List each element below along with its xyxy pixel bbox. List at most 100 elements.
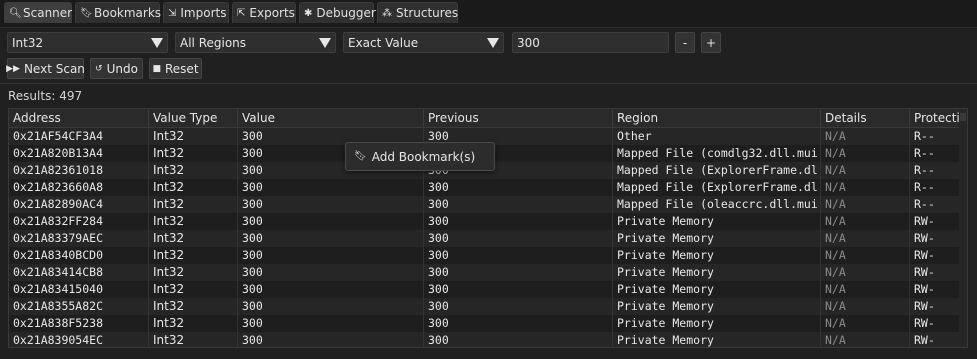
table-row[interactable]: 0x21A83414CB8 Int32 300 300 Private Memory N/… xyxy=(9,264,967,281)
undo-button[interactable]: ↺ Undo xyxy=(90,58,143,79)
decrement-button[interactable]: - xyxy=(675,32,695,53)
cell-protection: RW- xyxy=(909,230,961,247)
cell-value: 300 xyxy=(237,298,423,315)
cell-region: Private Memory xyxy=(612,315,820,332)
table-row[interactable]: 0x21A8355A82C Int32 300 300 Private Memory N/… xyxy=(9,298,967,315)
vertical-scrollbar[interactable] xyxy=(959,109,967,347)
cell-address: 0x21A82890AC4 xyxy=(13,197,104,211)
table-row[interactable]: 0x21A82890AC4 Int32 300 300 Mapped File (ole… xyxy=(9,196,967,213)
scan-value-input[interactable] xyxy=(512,32,669,53)
scan-type-select[interactable]: Exact Value xyxy=(343,32,504,53)
region-select[interactable]: All Regions xyxy=(175,32,336,53)
tab-bookmarks[interactable]: 🔖︎ Bookmarks xyxy=(75,2,162,23)
cell-previous: 300 xyxy=(423,332,612,347)
cell-value: 300 xyxy=(237,247,423,264)
fast-forward-icon: ▶▶ xyxy=(6,63,20,74)
cell-previous: 300 xyxy=(423,281,612,298)
cell-region: Mapped File (comdlg32.dll.mui xyxy=(612,145,820,162)
cell-address: 0x21A832FF284 xyxy=(13,214,104,228)
cell-address: 0x21A83379AEC xyxy=(13,231,104,245)
cell-address: 0x21A839054EC xyxy=(13,333,104,347)
context-menu-add-bookmark[interactable]: 🔖︎ Add Bookmark(s) xyxy=(345,142,495,171)
structures-icon: ⁂ xyxy=(382,7,392,19)
column-header-previous[interactable]: Previous xyxy=(423,109,612,127)
tab-debugger[interactable]: ✱ Debugger xyxy=(299,2,376,23)
column-header-region[interactable]: Region xyxy=(612,109,820,127)
chevron-down-icon xyxy=(487,37,499,48)
undo-label: Undo xyxy=(106,61,138,76)
column-header-address[interactable]: Address xyxy=(9,109,148,127)
reset-icon: ■ xyxy=(152,63,161,74)
tab-label: Bookmarks xyxy=(94,6,162,20)
table-row[interactable]: 0x21A83379AEC Int32 300 300 Private Memory N/… xyxy=(9,230,967,247)
tab-label: Structures xyxy=(396,6,459,20)
cell-address: 0x21A8355A82C xyxy=(13,299,104,313)
cell-address: 0x21A83414CB8 xyxy=(13,265,104,279)
cell-previous: 300 xyxy=(423,213,612,230)
value-type-label: Int32 xyxy=(12,35,44,50)
cell-value: 300 xyxy=(237,264,423,281)
table-row[interactable]: 0x21A823660A8 Int32 300 300 Mapped File (Exp… xyxy=(9,179,967,196)
table-row[interactable]: 0x21A832FF284 Int32 300 300 Private Memory N/… xyxy=(9,213,967,230)
column-header-protection[interactable]: Protecti... xyxy=(909,109,961,127)
cell-protection: RW- xyxy=(909,332,961,347)
column-header-details[interactable]: Details xyxy=(820,109,909,127)
value-type-select[interactable]: Int32 xyxy=(7,32,168,53)
cell-region: Private Memory xyxy=(612,264,820,281)
cell-details: N/A xyxy=(820,315,909,332)
cell-region: Mapped File (oleaccrc.dll.mui xyxy=(612,196,820,213)
table-row[interactable]: 0x21A839054EC Int32 300 300 Private Memory N/… xyxy=(9,332,967,347)
bookmark-icon: 🔖︎ xyxy=(80,7,93,19)
cell-value: 300 xyxy=(237,213,423,230)
cell-address: 0x21A823660A8 xyxy=(13,180,104,194)
cell-details: N/A xyxy=(820,264,909,281)
cell-details: N/A xyxy=(820,298,909,315)
tab-exports[interactable]: ⇱ Exports xyxy=(232,2,296,23)
reset-button[interactable]: ■ Reset xyxy=(149,58,202,79)
scrollbar-thumb[interactable] xyxy=(960,113,966,121)
cell-address: 0x21A8340BCD0 xyxy=(13,248,104,262)
cell-value-type: Int32 xyxy=(148,315,237,332)
cell-region: Other xyxy=(612,128,820,145)
tab-label: Imports xyxy=(180,6,227,20)
increment-button[interactable]: + xyxy=(701,32,721,53)
cell-details: N/A xyxy=(820,332,909,347)
tab-structures[interactable]: ⁂ Structures xyxy=(377,2,458,23)
region-label: All Regions xyxy=(180,35,247,50)
cell-previous: 300 xyxy=(423,196,612,213)
table-row[interactable]: 0x21A838F5238 Int32 300 300 Private Memory N/… xyxy=(9,315,967,332)
tab-scanner[interactable]: 🔍︎ Scanner xyxy=(4,2,72,23)
cell-region: Mapped File (ExplorerFrame.dl xyxy=(612,179,820,196)
cell-previous: 300 xyxy=(423,298,612,315)
bug-icon: ✱ xyxy=(304,7,313,19)
tab-bar: 🔍︎ Scanner 🔖︎ Bookmarks ⇲ Imports ⇱ Expo… xyxy=(0,0,977,28)
cell-region: Private Memory xyxy=(612,298,820,315)
cell-address: 0x21AF54CF3A4 xyxy=(13,129,104,143)
cell-details: N/A xyxy=(820,196,909,213)
tab-label: Scanner xyxy=(23,6,73,20)
cell-value: 300 xyxy=(237,230,423,247)
cell-value: 300 xyxy=(237,281,423,298)
cell-value-type: Int32 xyxy=(148,213,237,230)
cell-value-type: Int32 xyxy=(148,298,237,315)
cell-details: N/A xyxy=(820,230,909,247)
table-row[interactable]: 0x21A8340BCD0 Int32 300 300 Private Memory N/… xyxy=(9,247,967,264)
cell-value-type: Int32 xyxy=(148,264,237,281)
cell-protection: R-- xyxy=(909,145,961,162)
chevron-down-icon xyxy=(151,37,163,48)
exports-icon: ⇱ xyxy=(237,7,246,19)
next-scan-label: Next Scan xyxy=(23,61,85,76)
table-header: Address Value Type Value Previous Region… xyxy=(9,109,967,128)
next-scan-button[interactable]: ▶▶ Next Scan xyxy=(6,58,85,79)
cell-details: N/A xyxy=(820,281,909,298)
imports-icon: ⇲ xyxy=(168,7,177,19)
tab-imports[interactable]: ⇲ Imports xyxy=(163,2,229,23)
column-header-value-type[interactable]: Value Type xyxy=(148,109,237,127)
tab-label: Debugger xyxy=(316,6,376,20)
cell-value-type: Int32 xyxy=(148,128,237,145)
cell-region: Private Memory xyxy=(612,247,820,264)
table-row[interactable]: 0x21A83415040 Int32 300 300 Private Memory N/… xyxy=(9,281,967,298)
scan-type-label: Exact Value xyxy=(348,35,419,50)
cell-protection: RW- xyxy=(909,281,961,298)
column-header-value[interactable]: Value xyxy=(237,109,423,127)
